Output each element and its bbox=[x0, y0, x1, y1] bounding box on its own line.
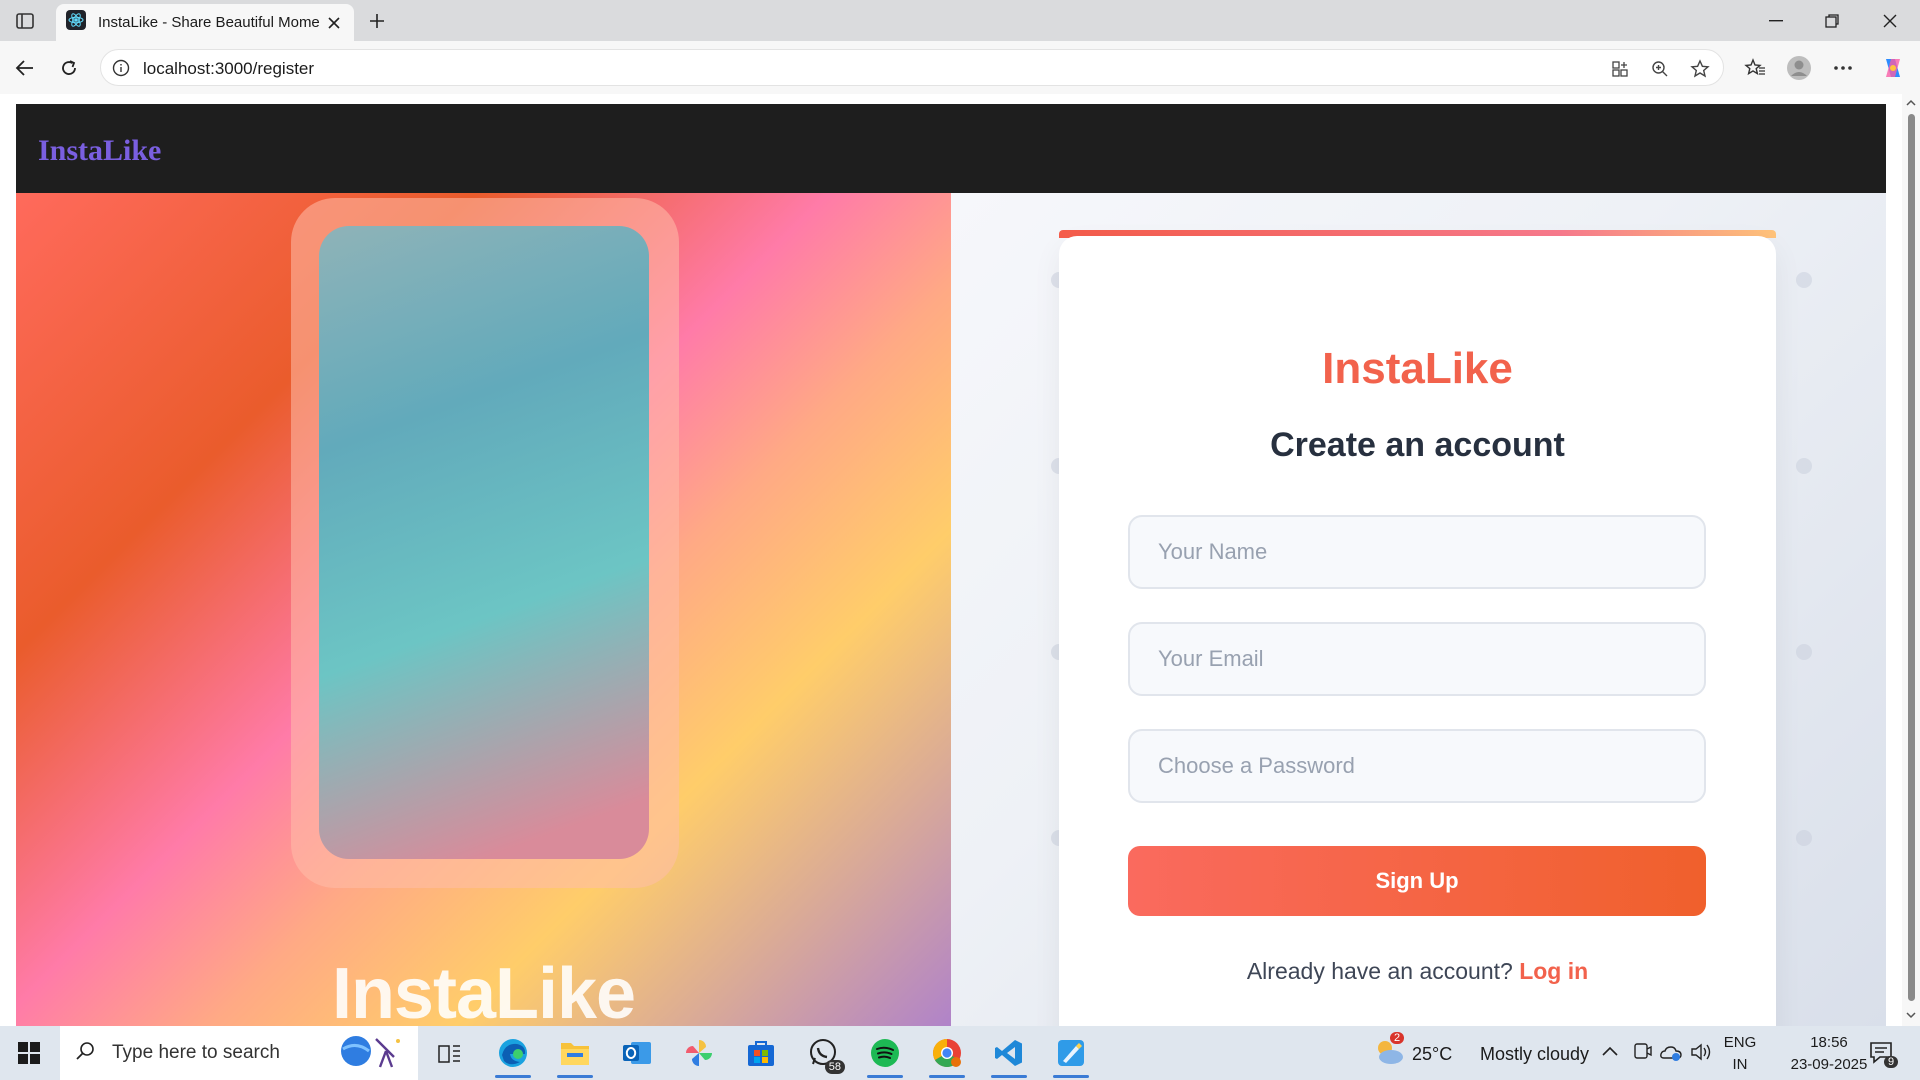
phone-mockup bbox=[291, 198, 679, 888]
spotify-icon[interactable] bbox=[855, 1026, 915, 1080]
form-heading: Create an account bbox=[1270, 426, 1565, 464]
new-tab-button[interactable] bbox=[362, 6, 392, 36]
close-tab-icon[interactable] bbox=[324, 13, 344, 33]
whatsapp-unread-badge: 58 bbox=[824, 1060, 845, 1074]
browser-tab-bar: InstaLike - Share Beautiful Moments bbox=[0, 0, 1920, 41]
profile-avatar[interactable] bbox=[1782, 51, 1816, 85]
microsoft-store-icon[interactable] bbox=[731, 1026, 791, 1080]
copilot-icon[interactable] bbox=[1876, 51, 1910, 85]
search-highlight-icon bbox=[328, 1029, 408, 1078]
page-scrollbar[interactable] bbox=[1902, 94, 1920, 1026]
outlook-icon[interactable] bbox=[607, 1026, 667, 1080]
scroll-up-arrow-icon[interactable] bbox=[1906, 98, 1916, 108]
decorative-dot bbox=[1796, 458, 1812, 474]
sign-up-button[interactable]: Sign Up bbox=[1128, 846, 1706, 916]
vscode-icon[interactable] bbox=[979, 1026, 1039, 1080]
file-explorer-icon[interactable] bbox=[545, 1026, 605, 1080]
back-button[interactable] bbox=[8, 51, 42, 85]
search-placeholder: Type here to search bbox=[112, 1042, 280, 1063]
app-available-icon[interactable] bbox=[1607, 56, 1633, 82]
chevron-up-icon[interactable] bbox=[1601, 1044, 1619, 1062]
minimize-window-button[interactable] bbox=[1748, 0, 1804, 41]
email-input[interactable] bbox=[1128, 622, 1706, 696]
favorites-icon[interactable] bbox=[1738, 51, 1772, 85]
search-icon bbox=[74, 1040, 96, 1067]
weather-condition[interactable]: Mostly cloudy bbox=[1480, 1044, 1589, 1065]
tab-title: InstaLike - Share Beautiful Moments bbox=[98, 14, 320, 31]
notification-count-badge: 9 bbox=[1884, 1056, 1899, 1068]
navbar-logo[interactable]: InstaLike bbox=[38, 134, 161, 168]
decorative-dot bbox=[1796, 830, 1812, 846]
login-prompt-text: Already have an account? bbox=[1246, 958, 1513, 984]
windows-start-button[interactable] bbox=[0, 1026, 58, 1080]
language-code[interactable]: ENG bbox=[1722, 1034, 1758, 1051]
form-panel: InstaLike Create an account Sign Up Alre… bbox=[951, 193, 1886, 1026]
task-view-icon[interactable] bbox=[420, 1026, 480, 1080]
edge-browser-icon[interactable] bbox=[483, 1026, 543, 1080]
card-brand-title: InstaLike bbox=[1322, 344, 1513, 393]
scroll-down-arrow-icon[interactable] bbox=[1906, 1010, 1916, 1020]
register-card: InstaLike Create an account Sign Up Alre… bbox=[1059, 236, 1776, 1026]
zoom-icon[interactable] bbox=[1647, 56, 1673, 82]
restore-window-button[interactable] bbox=[1804, 0, 1860, 41]
meet-now-icon[interactable] bbox=[1632, 1042, 1652, 1067]
reload-button[interactable] bbox=[52, 51, 86, 85]
decorative-dot bbox=[1796, 272, 1812, 288]
weather-temperature[interactable]: 25°C bbox=[1412, 1044, 1452, 1065]
paint-app-icon[interactable] bbox=[1041, 1026, 1101, 1080]
name-input[interactable] bbox=[1128, 515, 1706, 589]
site-navbar: InstaLike bbox=[16, 104, 1886, 193]
browser-viewport: InstaLike InstaLike InstaLike Create an … bbox=[0, 94, 1920, 1026]
site-info-icon[interactable] bbox=[111, 58, 131, 78]
windows-taskbar: Type here to search 58 2 25°C Mostly clo… bbox=[0, 1026, 1920, 1080]
hero-panel: InstaLike bbox=[16, 193, 951, 1026]
url-text: localhost:3000/register bbox=[143, 59, 315, 78]
login-prompt: Already have an account? Log in bbox=[1059, 958, 1776, 985]
whatsapp-icon[interactable]: 58 bbox=[793, 1026, 853, 1080]
hero-brand-text: InstaLike bbox=[331, 954, 636, 1026]
weather-alert-badge: 2 bbox=[1390, 1032, 1405, 1044]
tab-actions-icon[interactable] bbox=[10, 8, 40, 34]
login-link[interactable]: Log in bbox=[1519, 958, 1588, 984]
browser-toolbar: localhost:3000/register bbox=[0, 41, 1920, 94]
browser-tab-active[interactable]: InstaLike - Share Beautiful Moments bbox=[56, 4, 354, 41]
photos-icon[interactable] bbox=[669, 1026, 729, 1080]
chrome-icon[interactable] bbox=[917, 1026, 977, 1080]
taskbar-search-box[interactable]: Type here to search bbox=[60, 1026, 418, 1080]
address-bar[interactable]: localhost:3000/register bbox=[100, 49, 1724, 86]
volume-icon[interactable] bbox=[1690, 1042, 1712, 1067]
onedrive-icon[interactable] bbox=[1659, 1042, 1683, 1067]
scrollbar-thumb[interactable] bbox=[1908, 114, 1915, 1001]
decorative-dot bbox=[1796, 644, 1812, 660]
language-region[interactable]: IN bbox=[1722, 1056, 1758, 1073]
close-window-button[interactable] bbox=[1862, 0, 1918, 41]
more-options-icon[interactable] bbox=[1826, 51, 1860, 85]
register-page: InstaLike InstaLike InstaLike Create an … bbox=[16, 104, 1886, 1026]
react-favicon-icon bbox=[66, 10, 86, 35]
phone-screen bbox=[319, 226, 649, 859]
password-input[interactable] bbox=[1128, 729, 1706, 803]
favorite-star-icon[interactable] bbox=[1687, 56, 1713, 82]
